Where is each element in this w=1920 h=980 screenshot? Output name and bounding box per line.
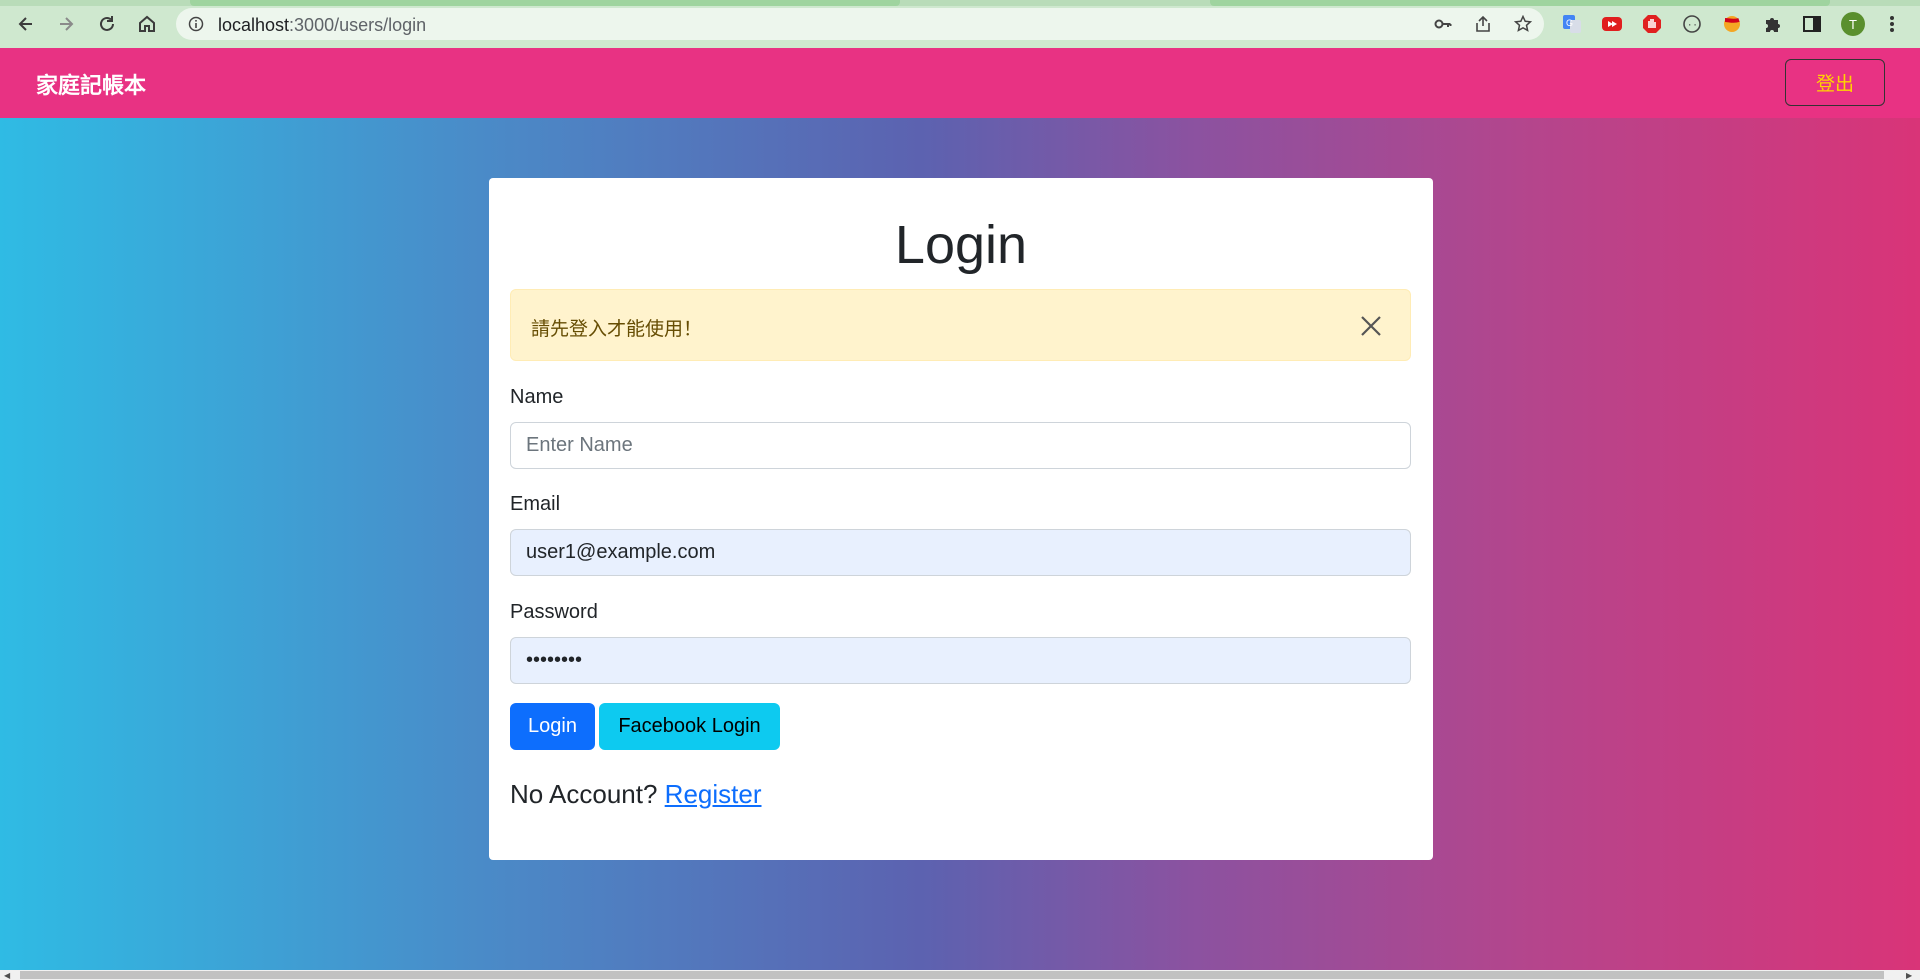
register-prompt-text: No Account? bbox=[510, 779, 658, 809]
site-info-icon[interactable] bbox=[188, 16, 204, 32]
page-title: Login bbox=[894, 215, 1028, 275]
email-label: Email bbox=[510, 493, 561, 515]
name-input[interactable] bbox=[510, 422, 1411, 469]
facebook-login-button[interactable]: Facebook Login bbox=[599, 703, 780, 750]
fox-extension-icon[interactable] bbox=[1720, 12, 1744, 36]
home-icon[interactable] bbox=[135, 12, 159, 36]
name-label: Name bbox=[510, 386, 564, 408]
logout-button[interactable]: 登出 bbox=[1785, 59, 1885, 106]
warning-alert: 請先登入才能使用！ bbox=[510, 289, 1411, 361]
tab-indicator[interactable] bbox=[190, 0, 900, 6]
bookmark-star-icon[interactable] bbox=[1514, 15, 1532, 33]
scroll-left-icon[interactable]: ◀ bbox=[4, 971, 10, 980]
browser-toolbar: localhost:3000/users/login G ·· T bbox=[0, 0, 1920, 48]
url-text[interactable]: localhost:3000/users/login bbox=[218, 15, 426, 36]
app-navbar: 家庭記帳本 登出 bbox=[0, 48, 1920, 118]
alert-message: 請先登入才能使用！ bbox=[531, 318, 703, 340]
svg-text:··: ·· bbox=[1687, 21, 1698, 31]
share-icon[interactable] bbox=[1474, 15, 1492, 33]
tab-indicator-2[interactable] bbox=[1210, 0, 1830, 6]
login-button[interactable]: Login bbox=[510, 703, 595, 750]
login-card: Login 請先登入才能使用！ Name Email Password Logi… bbox=[489, 178, 1433, 860]
reload-icon[interactable] bbox=[95, 12, 119, 36]
brand-title[interactable]: 家庭記帳本 bbox=[36, 68, 146, 100]
register-prompt: No Account? Register bbox=[510, 779, 762, 810]
address-bar[interactable]: localhost:3000/users/login bbox=[176, 8, 1544, 40]
extensions-puzzle-icon[interactable] bbox=[1760, 12, 1784, 36]
horizontal-scrollbar[interactable]: ◀ ▶ bbox=[0, 970, 1920, 980]
back-icon[interactable] bbox=[14, 12, 38, 36]
youtube-extension-icon[interactable] bbox=[1600, 12, 1624, 36]
gradient-background: Login 請先登入才能使用！ Name Email Password Logi… bbox=[0, 118, 1920, 970]
translate-extension-icon[interactable]: G bbox=[1560, 12, 1584, 36]
email-input[interactable] bbox=[510, 529, 1411, 576]
register-link[interactable]: Register bbox=[665, 779, 762, 809]
tab-strip bbox=[0, 0, 1920, 6]
forward-icon[interactable] bbox=[54, 12, 78, 36]
close-icon[interactable] bbox=[1357, 312, 1385, 340]
profile-avatar[interactable]: T bbox=[1841, 12, 1865, 36]
code-extension-icon[interactable]: ·· bbox=[1680, 12, 1704, 36]
key-icon[interactable] bbox=[1434, 15, 1452, 33]
scroll-right-icon[interactable]: ▶ bbox=[1906, 971, 1912, 980]
adblock-extension-icon[interactable] bbox=[1640, 12, 1664, 36]
scrollbar-thumb[interactable] bbox=[20, 971, 1884, 979]
svg-text:G: G bbox=[1566, 18, 1573, 28]
side-panel-icon[interactable] bbox=[1800, 12, 1824, 36]
password-label: Password bbox=[510, 601, 598, 623]
password-input[interactable] bbox=[510, 637, 1411, 684]
browser-menu-icon[interactable] bbox=[1880, 12, 1904, 36]
